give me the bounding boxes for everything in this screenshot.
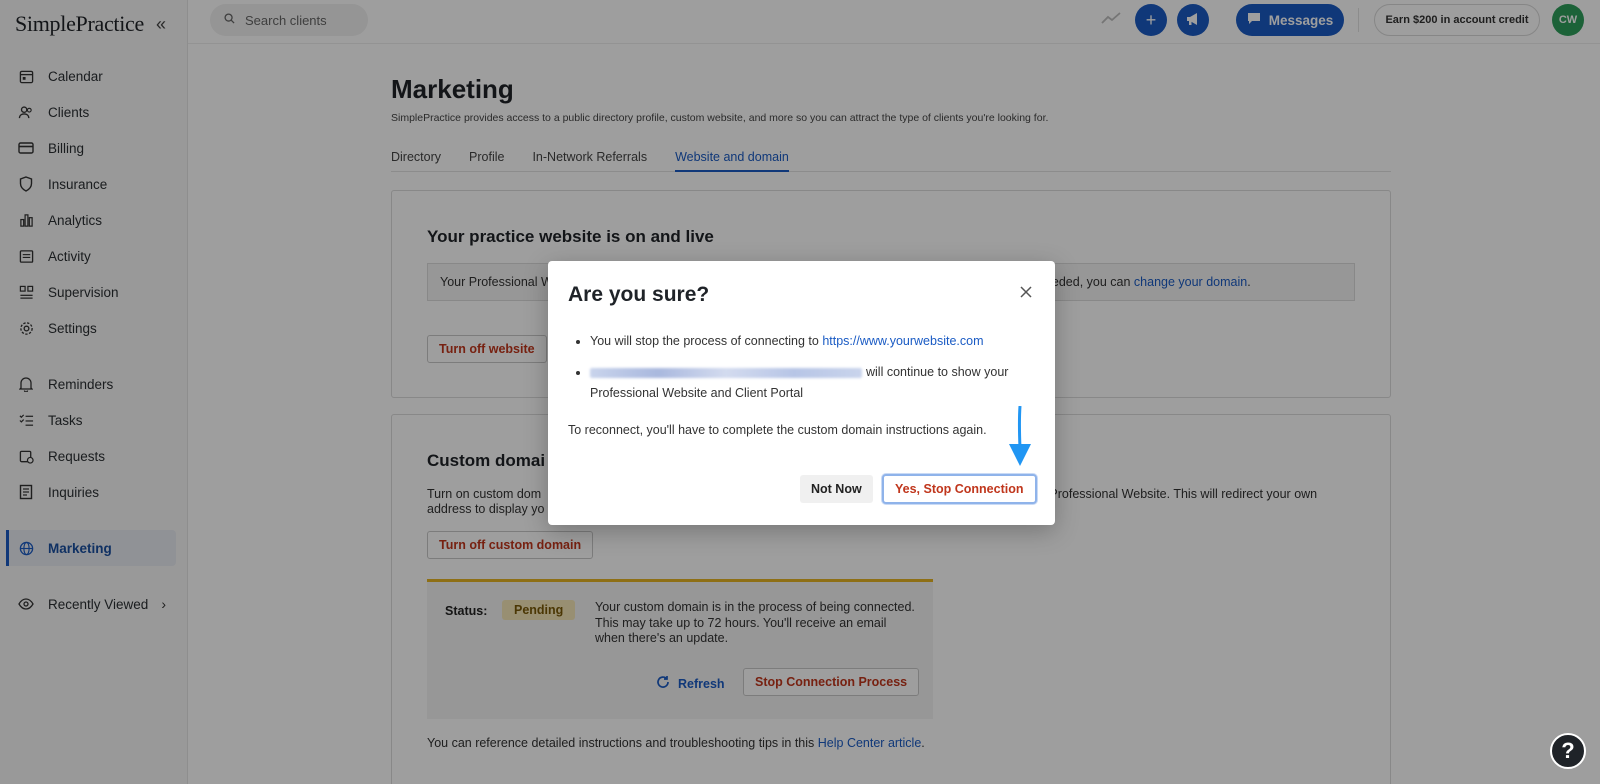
blurred-url — [590, 367, 862, 378]
website-url-link[interactable]: https://www.yourwebsite.com — [822, 334, 983, 348]
not-now-button[interactable]: Not Now — [800, 475, 873, 503]
yes-stop-connection-button[interactable]: Yes, Stop Connection — [882, 474, 1037, 504]
dialog-title: Are you sure? — [568, 283, 710, 306]
dialog-bullet1-text: You will stop the process of connecting … — [590, 334, 823, 348]
dialog-bullet: You will stop the process of connecting … — [590, 331, 1030, 352]
arrow-down-icon — [1008, 405, 1032, 473]
help-button[interactable]: ? — [1550, 733, 1586, 769]
close-icon[interactable] — [1019, 283, 1033, 304]
dialog-note: To reconnect, you'll have to complete th… — [568, 423, 987, 437]
confirm-dialog: Are you sure? You will stop the process … — [548, 261, 1055, 525]
question-icon: ? — [1561, 738, 1575, 763]
dialog-bullet: will continue to show your Professional … — [590, 362, 1030, 404]
dialog-bullets: You will stop the process of connecting … — [590, 331, 1030, 414]
